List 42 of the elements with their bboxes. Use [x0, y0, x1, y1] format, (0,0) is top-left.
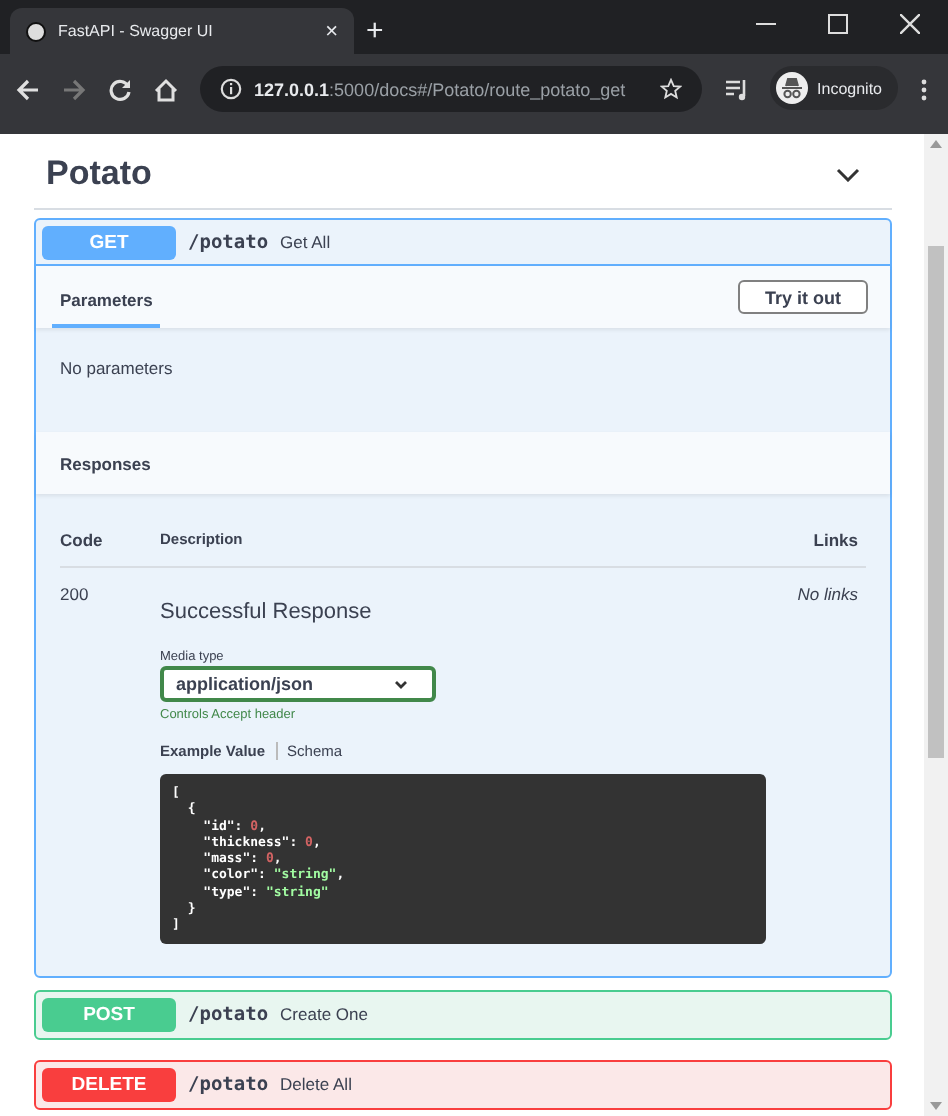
endpoint-path[interactable]: /potato: [188, 1073, 269, 1096]
column-header: Code: [60, 530, 105, 550]
parameters-message: No parameters: [60, 358, 173, 378]
tab-title: FastAPI - Swagger UI: [58, 22, 215, 40]
endpoint-path[interactable]: /potato: [188, 1003, 269, 1026]
media-icon[interactable]: [723, 78, 748, 102]
star-icon[interactable]: [659, 78, 682, 100]
favicon-icon: [26, 21, 46, 41]
maximize-icon[interactable]: [828, 14, 848, 34]
endpoint-path[interactable]: /potato: [188, 231, 269, 253]
parameters-tab[interactable]: Parameters: [52, 271, 161, 327]
links-text: No links: [797, 584, 860, 608]
responses-title: Responses: [58, 453, 151, 473]
close-tab-button[interactable]: ×: [325, 19, 338, 43]
section-title: Potato: [46, 154, 152, 194]
minimize-icon[interactable]: [756, 22, 776, 26]
incognito-icon: [775, 72, 808, 104]
close-icon[interactable]: [900, 14, 920, 34]
scrollbar-thumb[interactable]: [928, 246, 944, 758]
endpoint-summary[interactable]: Create One: [280, 1004, 368, 1025]
forward-icon[interactable]: [62, 78, 86, 102]
endpoint-summary[interactable]: Get All: [280, 232, 331, 252]
info-icon[interactable]: [220, 78, 242, 100]
caret-icon: [394, 679, 408, 689]
home-icon[interactable]: [154, 78, 178, 102]
try-it-out-button[interactable]: Try it out: [738, 280, 868, 314]
url-text: 127.0.0.1:5000/docs#/Potato/route_potato_get: [254, 79, 628, 99]
new-tab-button[interactable]: +: [366, 14, 384, 48]
media-type-select[interactable]: application/json: [160, 666, 436, 702]
endpoint-summary[interactable]: Delete All: [280, 1074, 352, 1095]
menu-icon[interactable]: [920, 78, 928, 102]
profile-button[interactable]: Incognito: [769, 66, 898, 110]
chevron-down-icon[interactable]: [836, 167, 860, 181]
scrollbar[interactable]: [924, 134, 948, 1116]
status-code: 200: [60, 584, 91, 608]
reload-icon[interactable]: [108, 78, 132, 102]
method-badge[interactable]: DELETE: [42, 1067, 176, 1102]
back-icon[interactable]: [16, 78, 40, 102]
address-bar[interactable]: 127.0.0.1:5000/docs#/Potato/route_potato_get: [200, 66, 702, 112]
column-header: Links: [813, 530, 860, 550]
response-description: Successful Response: [160, 600, 374, 624]
browser-tab[interactable]: FastAPI - Swagger UI ×: [10, 8, 354, 54]
